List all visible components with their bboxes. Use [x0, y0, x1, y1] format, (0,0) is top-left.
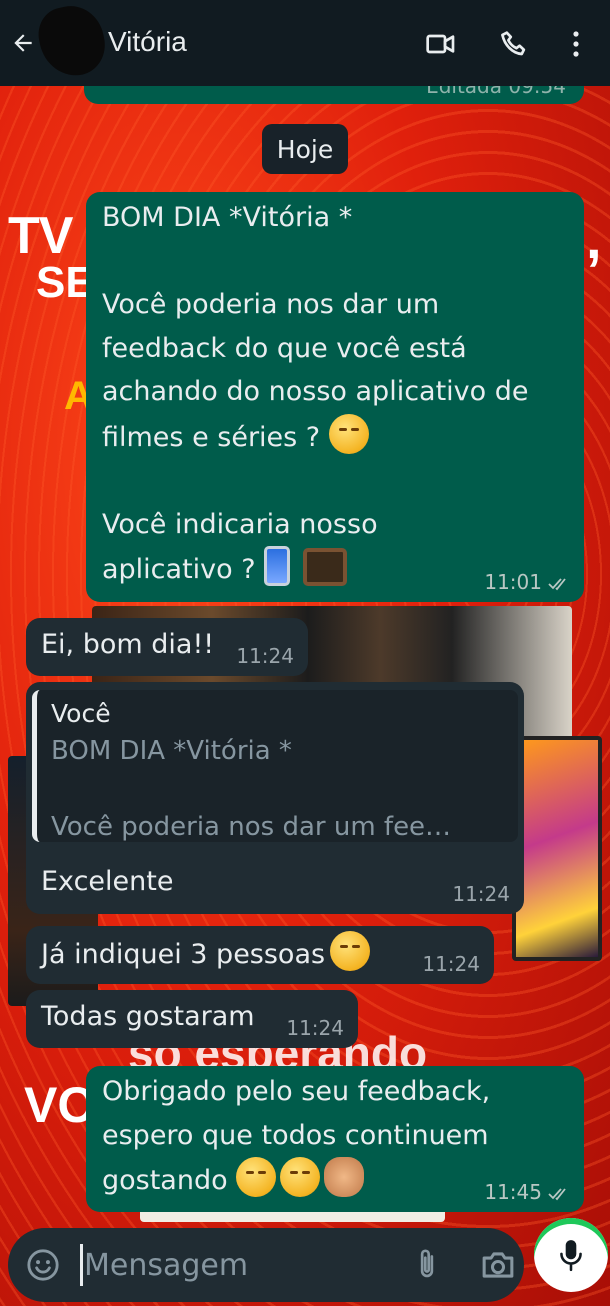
message-bubble-incoming[interactable]: Já indiquei 3 pessoas 11:24 [26, 926, 494, 984]
quote-text: BOM DIA *Vitória * [51, 736, 292, 766]
message-time: 11:24 [422, 952, 480, 976]
text-caret [80, 1244, 83, 1286]
double-check-icon [548, 577, 566, 590]
back-arrow-icon[interactable] [10, 30, 36, 56]
camera-icon[interactable] [480, 1248, 516, 1282]
paperclip-icon[interactable] [412, 1248, 442, 1282]
voice-message-button[interactable] [534, 1218, 608, 1292]
message-text: Excelente [41, 866, 174, 897]
emoji-icon[interactable] [26, 1248, 60, 1282]
video-call-icon[interactable] [425, 28, 457, 60]
message-time: 11:24 [452, 882, 510, 906]
face-with-hand-over-mouth-emoji [328, 413, 369, 454]
message-text: Já indiquei 3 pessoas [41, 939, 326, 970]
message-time: 11:24 [236, 644, 294, 668]
message-time: 11:01 [484, 570, 570, 594]
quote-text: Você poderia nos dar um fee… [51, 812, 452, 842]
message-text: Todas gostaram [41, 1001, 255, 1032]
message-bubble-incoming[interactable]: Todas gostaram 11:24 [26, 990, 358, 1048]
message-bubble-outgoing[interactable]: Obrigado pelo seu feedback, espero que t… [86, 1066, 584, 1212]
handshake-emoji [324, 1157, 365, 1197]
microphone-icon [560, 1240, 582, 1272]
wallpaper-text: , [586, 207, 602, 270]
message-text: Ei, bom dia!! [41, 629, 215, 660]
double-check-icon [548, 1187, 566, 1200]
smiling-face-emoji [330, 931, 371, 971]
message-bubble-outgoing[interactable]: BOM DIA *Vitória * Você poderia nos dar … [86, 192, 584, 602]
message-bubble-incoming[interactable]: Ei, bom dia!! 11:24 [26, 618, 308, 676]
wallpaper-text: TV [8, 207, 73, 265]
phone-call-icon[interactable] [498, 28, 530, 60]
message-time: 11:24 [286, 1016, 344, 1040]
message-text: BOM DIA *Vitória * Você poderia nos dar … [102, 202, 529, 586]
smiling-face-emoji [236, 1157, 277, 1197]
message-input[interactable] [84, 1240, 404, 1290]
quoted-message[interactable]: Você BOM DIA *Vitória * Você poderia nos… [32, 690, 518, 842]
television-emoji [302, 548, 347, 586]
quote-author: Você [51, 699, 111, 728]
message-time: 11:45 [484, 1180, 570, 1204]
avatar[interactable] [33, 0, 111, 82]
contact-name[interactable]: Vitória [108, 26, 187, 58]
date-chip: Hoje [262, 124, 348, 174]
message-composer [8, 1228, 524, 1302]
mobile-phone-emoji [264, 546, 291, 586]
message-bubble-incoming[interactable]: Você BOM DIA *Vitória * Você poderia nos… [26, 682, 524, 914]
relieved-face-emoji [280, 1157, 321, 1197]
more-options-icon[interactable] [562, 28, 590, 60]
wallpaper-movie-poster [512, 736, 602, 961]
